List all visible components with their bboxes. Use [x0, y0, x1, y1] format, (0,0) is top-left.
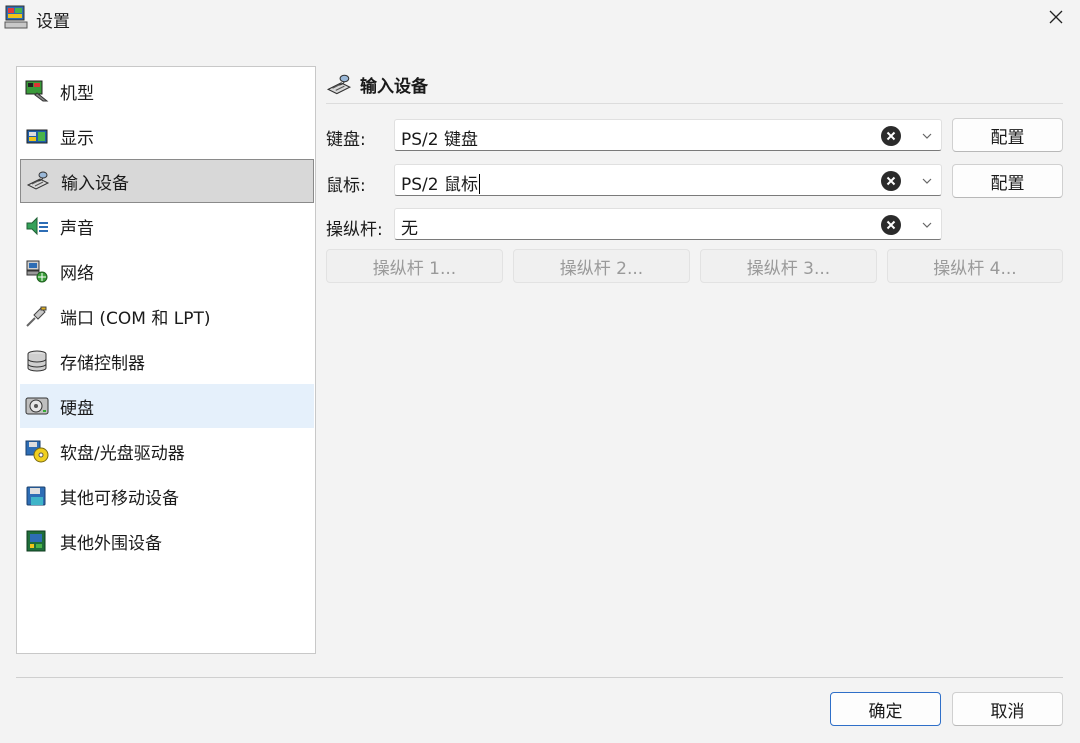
storage-controller-icon: [24, 348, 50, 374]
sidebar-item-label: 机型: [60, 83, 94, 104]
sidebar-item-label: 硬盘: [60, 398, 94, 419]
sidebar-item-hard-disk[interactable]: 硬盘: [20, 384, 314, 428]
joystick-value: 无: [401, 219, 418, 239]
mouse-select[interactable]: PS/2 鼠标: [394, 164, 942, 196]
port-cable-icon: [24, 303, 50, 329]
chevron-down-icon[interactable]: [921, 131, 933, 141]
sidebar-item-label: 其他外围设备: [60, 533, 162, 554]
keyboard-label: 键盘:: [326, 130, 366, 150]
joystick-label: 操纵杆:: [326, 220, 383, 240]
settings-category-list: 机型 显示 输入设备 声音 网络 端口 (COM 和 LPT) 存储控制器 硬盘…: [16, 66, 316, 654]
input-device-icon: [25, 168, 51, 194]
display-icon: [24, 123, 50, 149]
footer-divider: [16, 677, 1063, 678]
joystick-1-button[interactable]: 操纵杆 1...: [326, 249, 503, 283]
app-computer-icon: [4, 5, 28, 29]
joystick-2-button[interactable]: 操纵杆 2...: [513, 249, 690, 283]
sidebar-item-label: 声音: [60, 218, 94, 239]
chevron-down-icon[interactable]: [921, 176, 933, 186]
sidebar-item-label: 输入设备: [61, 173, 129, 194]
sidebar-item-peripherals[interactable]: 其他外围设备: [20, 519, 314, 563]
window-title: 设置: [36, 12, 70, 32]
sidebar-item-display[interactable]: 显示: [20, 114, 314, 158]
speaker-icon: [24, 213, 50, 239]
sidebar-item-label: 软盘/光盘驱动器: [60, 443, 185, 464]
peripheral-chip-icon: [24, 528, 50, 554]
text-caret: [479, 174, 480, 194]
machine-icon: [24, 78, 50, 104]
clear-icon[interactable]: [881, 171, 901, 191]
sidebar-item-network[interactable]: 网络: [20, 249, 314, 293]
sidebar-item-removable-devices[interactable]: 其他可移动设备: [20, 474, 314, 518]
keyboard-value: PS/2 键盘: [401, 130, 478, 150]
title-bar: 设置: [0, 0, 1080, 36]
mouse-label: 鼠标:: [326, 176, 366, 196]
ok-button[interactable]: 确定: [830, 692, 941, 726]
sidebar-item-machine[interactable]: 机型: [20, 69, 314, 113]
section-header: 输入设备: [326, 66, 1063, 104]
clear-icon[interactable]: [881, 215, 901, 235]
mouse-value: PS/2 鼠标: [401, 175, 478, 195]
sidebar-item-sound[interactable]: 声音: [20, 204, 314, 248]
joystick-select[interactable]: 无: [394, 208, 942, 240]
joystick-3-button[interactable]: 操纵杆 3...: [700, 249, 877, 283]
sidebar-item-label: 其他可移动设备: [60, 488, 179, 509]
close-button[interactable]: [1040, 2, 1072, 32]
sidebar-item-label: 显示: [60, 128, 94, 149]
keyboard-select[interactable]: PS/2 键盘: [394, 119, 942, 151]
sidebar-item-label: 端口 (COM 和 LPT): [60, 308, 211, 329]
hard-disk-icon: [24, 393, 50, 419]
sidebar-item-label: 网络: [60, 263, 94, 284]
sidebar-item-label: 存储控制器: [60, 353, 145, 374]
removable-device-icon: [24, 483, 50, 509]
close-icon: [1049, 10, 1063, 24]
joystick-4-button[interactable]: 操纵杆 4...: [887, 249, 1063, 283]
cancel-button[interactable]: 取消: [952, 692, 1063, 726]
keyboard-configure-button[interactable]: 配置: [952, 118, 1063, 152]
sidebar-item-floppy-cd[interactable]: 软盘/光盘驱动器: [20, 429, 314, 473]
sidebar-item-storage-controllers[interactable]: 存储控制器: [20, 339, 314, 383]
input-device-icon: [326, 74, 352, 94]
clear-icon[interactable]: [881, 126, 901, 146]
sidebar-item-ports[interactable]: 端口 (COM 和 LPT): [20, 294, 314, 338]
sidebar-item-input-devices[interactable]: 输入设备: [20, 159, 314, 203]
mouse-configure-button[interactable]: 配置: [952, 164, 1063, 198]
network-icon: [24, 258, 50, 284]
section-title: 输入设备: [360, 77, 428, 97]
mouse-value-wrapper: PS/2 鼠标: [401, 170, 480, 195]
floppy-cd-icon: [24, 438, 50, 464]
chevron-down-icon[interactable]: [921, 220, 933, 230]
